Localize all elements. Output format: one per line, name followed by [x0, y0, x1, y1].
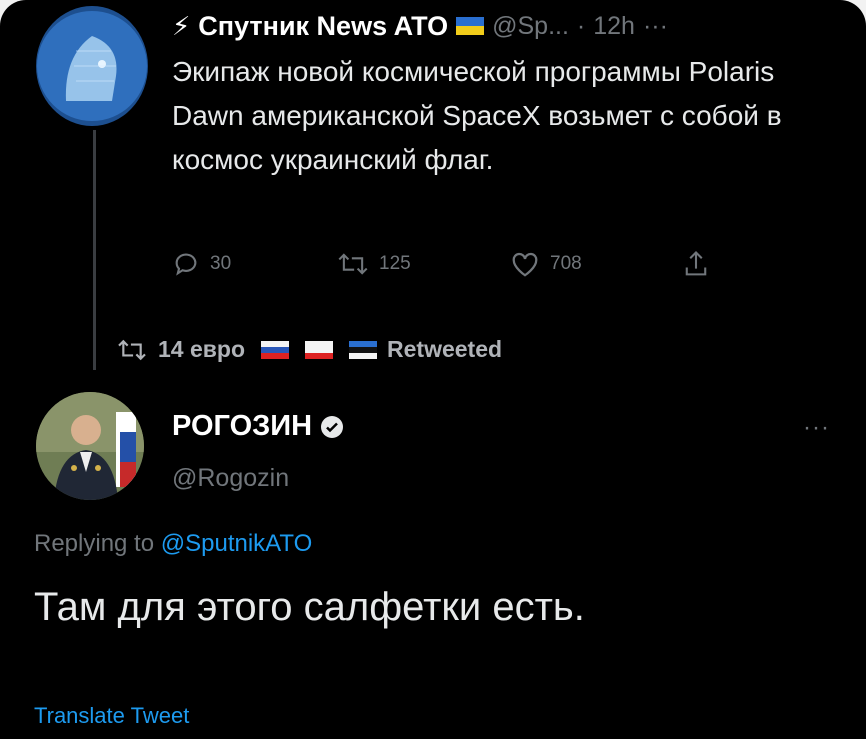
translate-tweet-link[interactable]: Translate Tweet [34, 703, 189, 729]
avatar[interactable] [36, 6, 148, 126]
reply-button[interactable]: 30 [172, 244, 231, 284]
share-button[interactable] [682, 244, 710, 284]
tweet-header: ⚡ Спутник News ATO @Sp... · 12h ··· [172, 6, 668, 46]
avatar[interactable] [36, 392, 144, 500]
share-icon [685, 250, 707, 276]
tweet-screenshot: ⚡ Спутник News ATO @Sp... · 12h ··· Экип… [0, 0, 866, 739]
display-name[interactable]: РОГОЗИН [172, 410, 344, 443]
ukraine-flag-icon [456, 17, 485, 35]
retweet-button[interactable]: 125 [337, 244, 411, 284]
retweeter-name: 14 евро [158, 336, 246, 362]
replying-to: Replying to @SputnikATO [34, 530, 312, 558]
estonia-flag-icon [349, 340, 378, 359]
reply-icon [175, 253, 197, 276]
retweet-count: 125 [379, 253, 411, 274]
tweet-actions: 30 125 708 [172, 244, 732, 284]
like-count: 708 [550, 253, 582, 274]
retweet-icon [118, 339, 146, 360]
portrait-avatar-icon [36, 392, 144, 500]
mention-link[interactable]: @SputnikATO [161, 530, 313, 557]
display-name[interactable]: Спутник News ATO [198, 11, 448, 42]
tweet-text: Там для этого салфетки есть. [34, 585, 585, 629]
display-name-text: РОГОЗИН [172, 410, 313, 442]
russia-flag-icon [261, 340, 290, 359]
retweet-banner[interactable]: 14 евро Retweeted [116, 336, 502, 363]
verified-badge-icon [321, 415, 344, 438]
retweet-icon [338, 253, 368, 275]
like-button[interactable]: 708 [510, 244, 582, 284]
separator-dot: · [576, 11, 586, 40]
poland-flag-icon [305, 340, 334, 359]
more-options-icon[interactable]: ··· [643, 12, 668, 41]
heart-icon [512, 252, 538, 277]
robot-head-avatar-icon [36, 6, 148, 126]
more-options-icon[interactable]: ··· [803, 414, 830, 442]
reply-count: 30 [210, 253, 232, 274]
lightning-icon: ⚡ [172, 10, 191, 41]
retweeted-label: Retweeted [387, 336, 503, 362]
replying-prefix: Replying to [34, 530, 155, 557]
timestamp[interactable]: 12h [593, 12, 635, 41]
thread-connector-line [93, 130, 96, 370]
tweet-text: Экипаж новой космической программы Polar… [172, 56, 782, 175]
handle[interactable]: @Sp... [492, 12, 569, 41]
handle[interactable]: @Rogozin [172, 464, 289, 493]
